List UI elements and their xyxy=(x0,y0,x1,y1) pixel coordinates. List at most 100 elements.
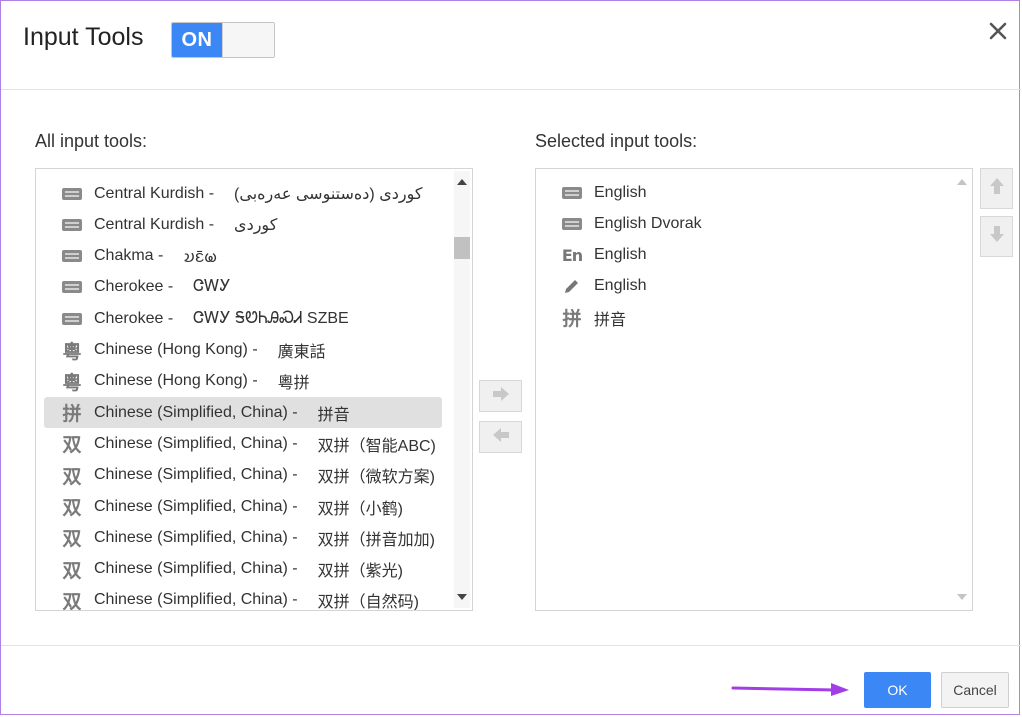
list-item[interactable]: 双 Chinese (Simplified, China) - 双拼（自然码) xyxy=(44,585,442,611)
keyboard-icon xyxy=(60,214,84,236)
keyboard-icon xyxy=(560,182,584,204)
list-item-name: English xyxy=(594,183,647,201)
list-item-name: Chinese (Hong Kong) - xyxy=(94,372,258,390)
yue-icon: 粵 xyxy=(62,341,82,363)
list-item[interactable]: 拼 Chinese (Simplified, China) - 拼音 xyxy=(44,397,442,429)
list-item-name: Chinese (Hong Kong) - xyxy=(94,341,258,358)
list-item-name: English xyxy=(594,277,647,295)
list-item-native-name: 双拼（小鹤) xyxy=(317,500,403,518)
footer-divider xyxy=(1,645,1021,646)
shuangpin-icon: 双 xyxy=(62,498,82,519)
scroll-up-arrow-icon[interactable] xyxy=(957,179,967,185)
dialog-header: Input Tools ON xyxy=(1,1,1021,90)
list-item-name: Central Kurdish - xyxy=(94,184,215,202)
yue-icon: 粵 xyxy=(62,372,82,394)
list-item-native-name: 双拼（微软方案) xyxy=(317,469,435,487)
toggle-off-knob xyxy=(222,23,274,57)
shuangpin-icon: 双 xyxy=(62,466,82,488)
list-item-native-name: ᏣᎳᎩ xyxy=(193,278,231,296)
all-input-tools-list[interactable]: Central Kurdish - (کوردی (دەستنوسی عەرەبی… xyxy=(35,168,473,611)
annotation-arrow-icon xyxy=(731,680,853,705)
list-item[interactable]: English xyxy=(544,177,934,208)
list-item-name: Cherokee - xyxy=(94,309,174,327)
keyboard-icon xyxy=(60,183,84,205)
pencil-icon xyxy=(560,275,584,297)
list-item-native-name: 𑄌𑄋𑄴𑄟 xyxy=(183,248,218,266)
list-item-native-name: 粵拼 xyxy=(277,375,310,393)
move-down-button[interactable] xyxy=(980,216,1013,257)
arrow-down-icon xyxy=(989,224,1005,249)
pinyin-icon: 拼 xyxy=(562,309,582,331)
ok-button[interactable]: OK xyxy=(864,672,931,708)
list-item[interactable]: English Dvorak xyxy=(544,208,934,239)
list-item[interactable]: Chakma - 𑄌𑄋𑄴𑄟 xyxy=(44,241,442,272)
list-item[interactable]: Cherokee - ᏣᎳᎩ xyxy=(44,272,442,303)
list-item[interactable]: 双 Chinese (Simplified, China) - 双拼（拼音加加) xyxy=(44,522,442,553)
list-item-native-name: 廣東話 xyxy=(277,344,326,361)
all-input-tools-label: All input tools: xyxy=(35,131,148,151)
scrollbar-thumb[interactable] xyxy=(454,237,470,259)
keyboard-icon xyxy=(60,308,84,330)
arrow-right-icon xyxy=(491,386,511,407)
shuangpin-icon: 双 xyxy=(62,560,82,582)
shuangpin-icon: 双 xyxy=(62,435,82,457)
list-item-name: Chinese (Simplified, China) - xyxy=(94,434,298,452)
keyboard-icon xyxy=(60,276,84,298)
list-item-name: Chinese (Simplified, China) - xyxy=(94,466,298,484)
list-item-native-name: 双拼（紫光) xyxy=(317,563,403,581)
list-item-native-name: 拼音 xyxy=(317,406,350,424)
list-item-name: Chinese (Simplified, China) - xyxy=(94,528,298,546)
list-item[interactable]: Cherokee - ᏣᎳᎩ ᎦᏬᏂᎯᏍᏗ SZBE xyxy=(44,303,442,334)
keyboard-icon xyxy=(560,213,584,235)
list-item[interactable]: 双 Chinese (Simplified, China) - 双拼（小鹤) xyxy=(44,491,442,522)
close-icon[interactable] xyxy=(987,20,1009,42)
list-item[interactable]: 粵 Chinese (Hong Kong) - 廣東話 xyxy=(44,335,442,366)
scroll-down-arrow-icon[interactable] xyxy=(957,594,967,600)
list-item[interactable]: Central Kurdish - کوردی xyxy=(44,209,442,240)
input-tools-toggle[interactable]: ON xyxy=(171,22,275,58)
list-item-native-name: کوردی xyxy=(234,216,278,234)
pinyin-icon: 拼 xyxy=(62,404,82,426)
list-item-name: Chinese (Simplified, China) - xyxy=(94,497,298,515)
list-item-name: Cherokee - xyxy=(94,278,174,296)
list-item-native-name: 双拼（智能ABC) xyxy=(317,437,436,455)
list-item-name: 拼音 xyxy=(594,311,627,329)
list-item[interactable]: Central Kurdish - (کوردی (دەستنوسی عەرەبی xyxy=(44,178,442,209)
list-item-name: Chinese (Simplified, China) - xyxy=(94,403,298,421)
list-item-name: Central Kurdish - xyxy=(94,215,215,233)
remove-tool-button[interactable] xyxy=(479,421,522,453)
input-tools-dialog: Input Tools ON All input tools: Selected… xyxy=(0,0,1021,715)
list-item-name: Chakma - xyxy=(94,247,164,265)
list-item-name: English xyxy=(594,246,647,264)
transliteration-icon: En xyxy=(561,245,583,265)
list-item[interactable]: 双 Chinese (Simplified, China) - 双拼（紫光) xyxy=(44,554,442,585)
scroll-up-arrow-icon[interactable] xyxy=(457,179,467,185)
selected-input-tools-list[interactable]: English English Dvorak En English English 拼拼音 xyxy=(535,168,973,611)
list-item[interactable]: 粵 Chinese (Hong Kong) - 粵拼 xyxy=(44,366,442,397)
list-item-name: Chinese (Simplified, China) - xyxy=(94,560,298,578)
move-up-button[interactable] xyxy=(980,168,1013,209)
list-item[interactable]: 拼拼音 xyxy=(544,302,934,333)
shuangpin-icon: 双 xyxy=(62,591,82,611)
list-item-native-name: 双拼（拼音加加) xyxy=(317,531,435,549)
shuangpin-icon: 双 xyxy=(62,529,82,551)
add-tool-button[interactable] xyxy=(479,380,522,412)
right-list-scrollbar[interactable] xyxy=(954,171,970,608)
list-item-native-name: 双拼（自然码) xyxy=(317,594,419,611)
cancel-button[interactable]: Cancel xyxy=(941,672,1009,708)
list-item-name: English Dvorak xyxy=(594,214,702,232)
list-item[interactable]: 双 Chinese (Simplified, China) - 双拼（智能ABC) xyxy=(44,428,442,459)
list-item[interactable]: En English xyxy=(544,240,934,271)
selected-input-tools-label: Selected input tools: xyxy=(535,131,698,151)
list-item-name: Chinese (Simplified, China) - xyxy=(94,591,298,609)
list-item-native-name: (کوردی (دەستنوسی عەرەبی xyxy=(234,185,423,203)
arrow-left-icon xyxy=(491,427,511,448)
list-item-native-name: ᏣᎳᎩ ᎦᏬᏂᎯᏍᏗ SZBE xyxy=(193,309,349,327)
list-item[interactable]: 双 Chinese (Simplified, China) - 双拼（微软方案) xyxy=(44,460,442,491)
scroll-down-arrow-icon[interactable] xyxy=(457,594,467,600)
list-item[interactable]: English xyxy=(544,271,934,302)
toggle-on-label: ON xyxy=(172,23,222,57)
dialog-title: Input Tools xyxy=(23,23,144,51)
left-list-scrollbar[interactable] xyxy=(454,171,470,608)
arrow-up-icon xyxy=(989,176,1005,201)
